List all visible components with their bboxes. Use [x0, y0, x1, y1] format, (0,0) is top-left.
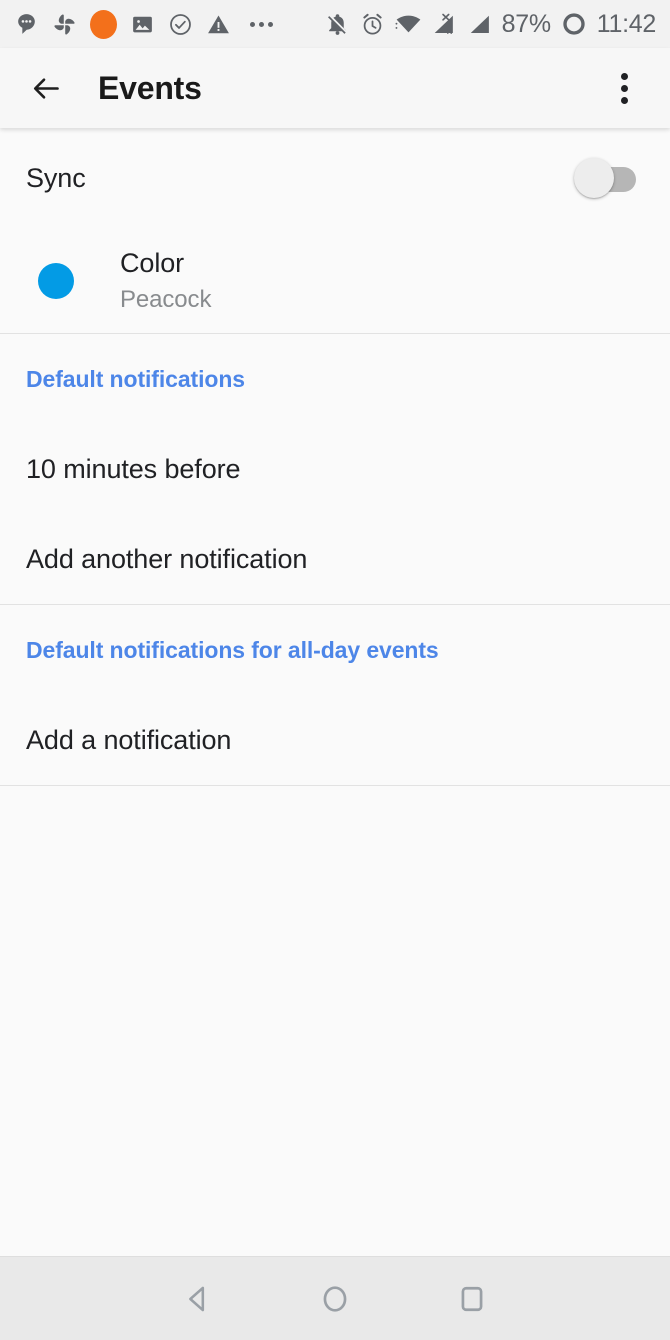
check-circle-icon — [168, 12, 193, 37]
back-nav-button[interactable] — [130, 1257, 267, 1340]
battery-percent-label: 87% — [501, 9, 551, 38]
color-row-texts: Color Peacock — [120, 248, 211, 314]
orange-dot-icon — [90, 9, 117, 39]
color-row[interactable]: Color Peacock — [0, 228, 670, 333]
wifi-icon — [395, 12, 422, 37]
svg-text:R: R — [446, 27, 452, 36]
phone-screen: R 87% 11:42 Events Sync Color Peacock De… — [0, 0, 670, 1340]
messages-icon — [14, 12, 39, 37]
divider-bottom — [0, 785, 670, 786]
bell-off-icon — [325, 12, 350, 37]
back-triangle-icon — [189, 1286, 205, 1311]
sync-toggle-thumb — [574, 158, 614, 198]
status-bar: R 87% 11:42 — [0, 0, 670, 48]
signal-icon — [467, 12, 492, 37]
add-a-notification-button[interactable]: Add a notification — [0, 695, 670, 785]
recents-square-icon — [461, 1286, 483, 1311]
image-icon — [130, 12, 155, 37]
battery-ring-icon — [561, 11, 587, 37]
color-swatch-icon — [38, 262, 74, 299]
home-circle-icon — [323, 1285, 347, 1312]
add-another-notification-button[interactable]: Add another notification — [0, 514, 670, 604]
pinwheel-icon — [52, 12, 77, 37]
recents-nav-button[interactable] — [404, 1257, 541, 1340]
sync-toggle[interactable] — [574, 158, 644, 198]
page-title: Events — [98, 69, 202, 106]
warning-triangle-icon — [206, 12, 231, 37]
status-bar-notification-icons — [14, 9, 279, 39]
status-bar-clock: 11:42 — [596, 9, 657, 38]
settings-list: Sync Color Peacock Default notifications… — [0, 128, 670, 1256]
color-value: Peacock — [120, 285, 212, 313]
notification-item-10-minutes-before[interactable]: 10 minutes before — [0, 424, 670, 514]
color-title: Color — [120, 247, 185, 278]
overflow-menu-icon[interactable] — [600, 64, 648, 112]
sync-row[interactable]: Sync — [0, 128, 670, 228]
section-header-default-notifications: Default notifications — [26, 365, 245, 392]
sync-label: Sync — [26, 162, 86, 193]
alarm-icon — [360, 12, 385, 37]
home-nav-button[interactable] — [267, 1257, 404, 1340]
back-arrow-icon[interactable] — [22, 64, 70, 112]
section-header-allday-notifications: Default notifications for all-day events — [26, 636, 439, 663]
system-navigation-bar — [0, 1256, 670, 1340]
more-notifications-icon — [244, 21, 279, 27]
app-bar: Events — [0, 48, 670, 128]
mobile-data-off-icon: R — [432, 12, 457, 37]
status-bar-system-icons: R 87% 11:42 — [325, 11, 656, 37]
